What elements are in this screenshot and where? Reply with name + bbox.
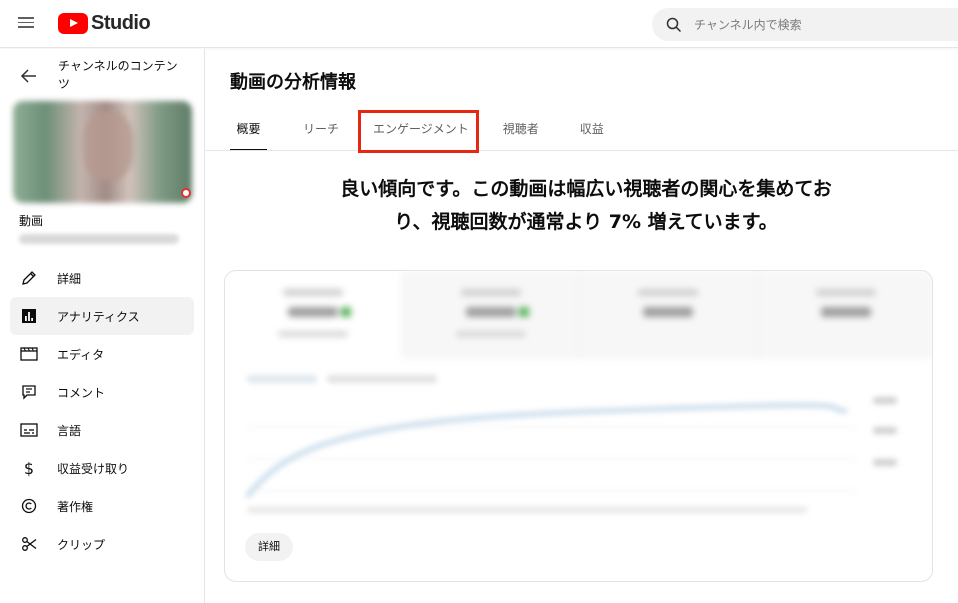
video-title-redacted xyxy=(19,234,179,244)
metric-tiles-redacted xyxy=(225,271,932,359)
search-box[interactable] xyxy=(652,8,958,41)
sidebar-item-copyright[interactable]: 著作権 xyxy=(10,487,194,525)
sidebar-nav: 詳細 アナリティクス エディタ コメント 言語 $ 収益受け取り 著作権 クリッ… xyxy=(10,259,194,563)
main-content: 動画の分析情報 概要 リーチ エンゲージメント 視聴者 収益 良い傾向です。この… xyxy=(206,49,958,603)
sidebar-item-label: 著作権 xyxy=(57,499,94,514)
insight-headline-line1: 良い傾向です。この動画は幅広い視聴者の関心を集めてお xyxy=(340,178,832,200)
engagement-tab-highlight xyxy=(358,110,479,153)
video-thumbnail[interactable] xyxy=(13,101,192,203)
tab-reach[interactable]: リーチ xyxy=(303,109,339,151)
views-chart-redacted xyxy=(245,375,897,513)
detail-button[interactable]: 詳細 xyxy=(245,533,293,561)
sidebar-item-label: アナリティクス xyxy=(57,309,140,324)
sidebar-item-label: 言語 xyxy=(57,423,82,438)
sidebar-item-analytics[interactable]: アナリティクス xyxy=(10,297,194,335)
insight-headline-line2: り、視聴回数が通常より 7% 増えています。 xyxy=(394,211,778,233)
sidebar-item-editor[interactable]: エディタ xyxy=(10,335,194,373)
tabs-divider xyxy=(206,150,958,151)
sidebar-item-details[interactable]: 詳細 xyxy=(10,259,194,297)
menu-icon[interactable] xyxy=(18,14,38,34)
sidebar-item-monetization[interactable]: $ 収益受け取り xyxy=(10,449,194,487)
analytics-icon xyxy=(20,307,38,325)
top-bar: Studio xyxy=(0,0,958,48)
sidebar-item-comments[interactable]: コメント xyxy=(10,373,194,411)
sidebar-item-languages[interactable]: 言語 xyxy=(10,411,194,449)
pencil-icon xyxy=(20,269,38,287)
sidebar-item-label: 収益受け取り xyxy=(57,461,130,476)
page-title: 動画の分析情報 xyxy=(230,72,356,93)
editor-icon xyxy=(20,345,38,363)
back-to-content[interactable]: チャンネルのコンテンツ xyxy=(0,55,205,95)
sidebar-item-label: エディタ xyxy=(57,347,105,362)
sidebar: チャンネルのコンテンツ 動画 詳細 アナリティクス エディタ コメント 言語 $… xyxy=(0,49,205,603)
tab-audience[interactable]: 視聴者 xyxy=(503,109,539,151)
studio-logo[interactable]: Studio xyxy=(58,12,151,35)
search-icon xyxy=(666,17,682,32)
metric-tile[interactable] xyxy=(757,271,932,359)
thumbnail-badge-icon xyxy=(181,188,191,198)
brand-text: Studio xyxy=(91,12,151,34)
sidebar-item-label: クリップ xyxy=(57,537,106,552)
back-label[interactable]: チャンネルのコンテンツ xyxy=(58,57,188,93)
copyright-icon xyxy=(20,497,38,515)
comment-icon xyxy=(20,383,38,401)
search-input[interactable] xyxy=(694,17,934,32)
metric-tile[interactable] xyxy=(402,271,580,359)
metric-tile[interactable] xyxy=(225,271,403,359)
sidebar-item-clips[interactable]: クリップ xyxy=(10,525,194,563)
dollar-icon: $ xyxy=(23,458,35,478)
metric-tile[interactable] xyxy=(580,271,758,359)
back-arrow-icon[interactable] xyxy=(20,67,38,85)
sidebar-item-label: コメント xyxy=(57,385,106,400)
insight-headline: 良い傾向です。この動画は幅広い視聴者の関心を集めてお り、視聴回数が通常より 7… xyxy=(286,173,886,239)
youtube-logo-icon xyxy=(58,13,88,34)
tab-revenue[interactable]: 収益 xyxy=(580,109,604,151)
subtitles-icon xyxy=(20,421,38,439)
scissors-icon xyxy=(20,535,38,553)
overview-card: 詳細 xyxy=(224,270,933,582)
tab-overview[interactable]: 概要 xyxy=(230,109,267,151)
sidebar-item-label: 詳細 xyxy=(57,271,82,286)
video-label: 動画 xyxy=(19,214,44,228)
